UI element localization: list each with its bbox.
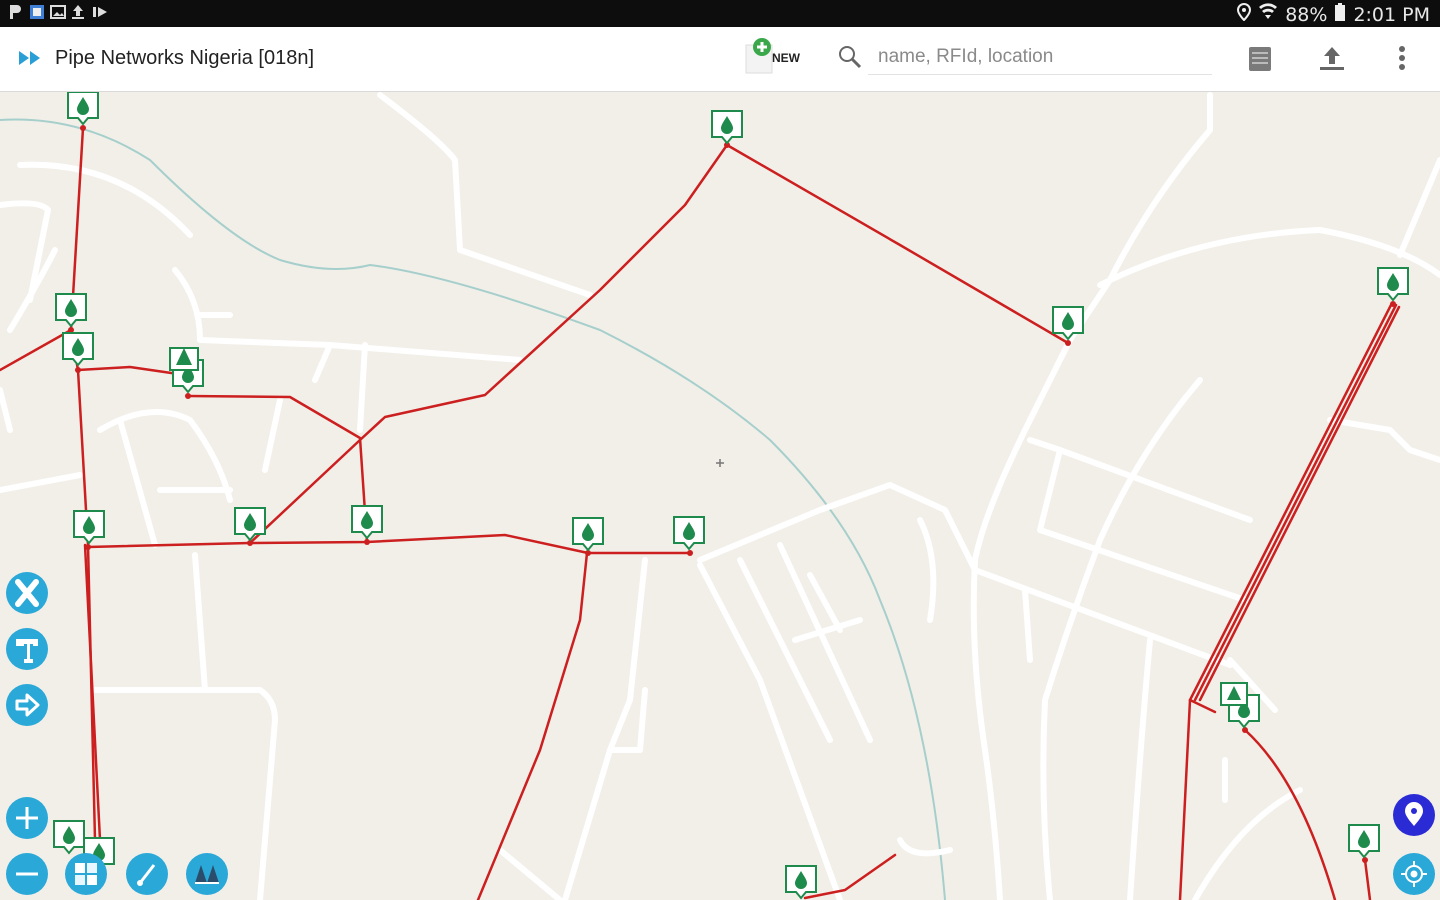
basemap-icon <box>195 865 219 884</box>
location-icon <box>1237 2 1252 26</box>
notification-icons <box>8 4 107 20</box>
layers-button[interactable] <box>65 853 107 895</box>
gps-locate-button[interactable] <box>1393 853 1435 895</box>
zoom-in-icon <box>16 807 38 829</box>
gps-locate-icon <box>1401 861 1427 887</box>
more-vert-icon <box>1399 46 1405 70</box>
project-title: Pipe Networks Nigeria [018n] <box>55 47 315 69</box>
gallery-notification-icon <box>29 4 44 20</box>
zoom-out-icon <box>16 872 38 876</box>
zoom-out-button[interactable] <box>6 853 48 895</box>
search-input[interactable] <box>868 39 1212 75</box>
new-label: NEW <box>772 51 800 65</box>
upload-notification-icon <box>71 4 85 20</box>
measure-button[interactable] <box>126 853 168 895</box>
new-item-button[interactable]: NEW <box>742 37 814 81</box>
text-tool-icon <box>16 639 38 663</box>
text-tool-button[interactable] <box>6 628 48 670</box>
arrow-right-icon <box>15 693 40 717</box>
list-view-button[interactable] <box>1248 46 1272 77</box>
measure-icon <box>137 864 156 886</box>
battery-icon <box>1335 3 1346 26</box>
battery-percent: 88% <box>1285 3 1328 26</box>
search-icon <box>838 45 862 74</box>
zoom-in-button[interactable] <box>6 797 48 839</box>
marker-location-button[interactable] <box>1393 794 1435 836</box>
layers-icon <box>75 863 97 885</box>
app-notification-icon <box>8 4 22 20</box>
app-toolbar: Pipe Networks Nigeria [018n] NEW <box>0 27 1440 92</box>
wifi-icon <box>1259 3 1278 26</box>
image-notification-icon <box>50 4 66 20</box>
x-tool-icon <box>15 579 39 607</box>
list-icon <box>1249 47 1271 71</box>
map-canvas[interactable] <box>0 92 1440 900</box>
menu-expand-icon[interactable] <box>18 49 44 72</box>
clock: 2:01 PM <box>1353 3 1430 26</box>
play-notification-icon <box>92 4 107 20</box>
x-tool-button[interactable] <box>6 572 48 614</box>
upload-icon <box>1320 47 1344 70</box>
basemap-button[interactable] <box>186 853 228 895</box>
navigate-button[interactable] <box>6 684 48 726</box>
marker-location-icon <box>1405 802 1423 826</box>
upload-button[interactable] <box>1318 45 1346 76</box>
status-bar: 88% 2:01 PM <box>0 0 1440 27</box>
overflow-menu-button[interactable] <box>1396 45 1408 76</box>
system-indicators: 88% 2:01 PM <box>1237 2 1430 26</box>
